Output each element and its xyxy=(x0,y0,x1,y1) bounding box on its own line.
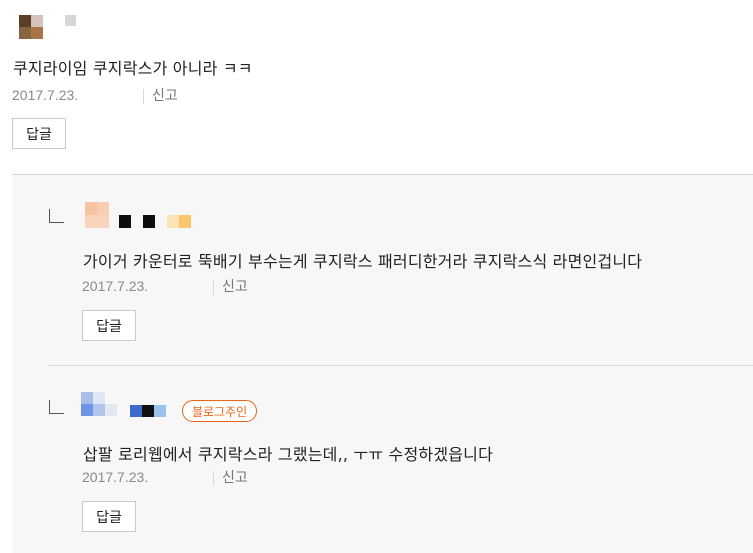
report-link[interactable]: 신고 xyxy=(222,470,248,486)
reply-meta: 2017.7.23. 신고 xyxy=(82,276,248,296)
reply-button[interactable]: 답글 xyxy=(12,118,66,149)
comment-text: 쿠지라이임 쿠지락스가 아니라 ㅋㅋ xyxy=(13,59,253,78)
comment-meta: 2017.7.23. 신고 xyxy=(12,85,178,105)
meta-divider xyxy=(143,88,144,104)
meta-divider xyxy=(213,279,214,295)
reply-text: 삽팔 로리웹에서 쿠지락스라 그랬는데,, ㅜㅠ 수정하겠읍니다 xyxy=(83,445,494,464)
reply-divider xyxy=(47,365,753,366)
report-link[interactable]: 신고 xyxy=(222,279,248,295)
reply-nickname[interactable] xyxy=(119,215,191,228)
reply-date: 2017.7.23. xyxy=(82,469,149,485)
reply-text: 가이거 카운터로 뚝배기 부수는게 쿠지락스 패러디한거라 쿠지락스식 라면인겁… xyxy=(83,252,643,271)
reply-button[interactable]: 답글 xyxy=(82,310,136,341)
comment-date: 2017.7.23. xyxy=(12,87,79,103)
reply-arrow-icon xyxy=(49,209,64,223)
avatar[interactable] xyxy=(19,15,43,39)
nickname[interactable] xyxy=(65,15,76,26)
replies-section: 가이거 카운터로 뚝배기 부수는게 쿠지락스 패러디한거라 쿠지락스식 라면인겁… xyxy=(12,174,753,553)
reply-nickname[interactable] xyxy=(130,405,168,417)
reply-arrow-icon xyxy=(49,400,64,414)
reply-date: 2017.7.23. xyxy=(82,278,149,294)
report-link[interactable]: 신고 xyxy=(152,88,178,104)
meta-divider xyxy=(213,470,214,486)
reply-meta: 2017.7.23. 신고 xyxy=(82,467,248,487)
reply-button[interactable]: 답글 xyxy=(82,501,136,532)
owner-badge: 블로그주인 xyxy=(182,400,258,422)
reply-avatar[interactable] xyxy=(85,202,109,228)
reply-avatar[interactable] xyxy=(81,392,119,416)
